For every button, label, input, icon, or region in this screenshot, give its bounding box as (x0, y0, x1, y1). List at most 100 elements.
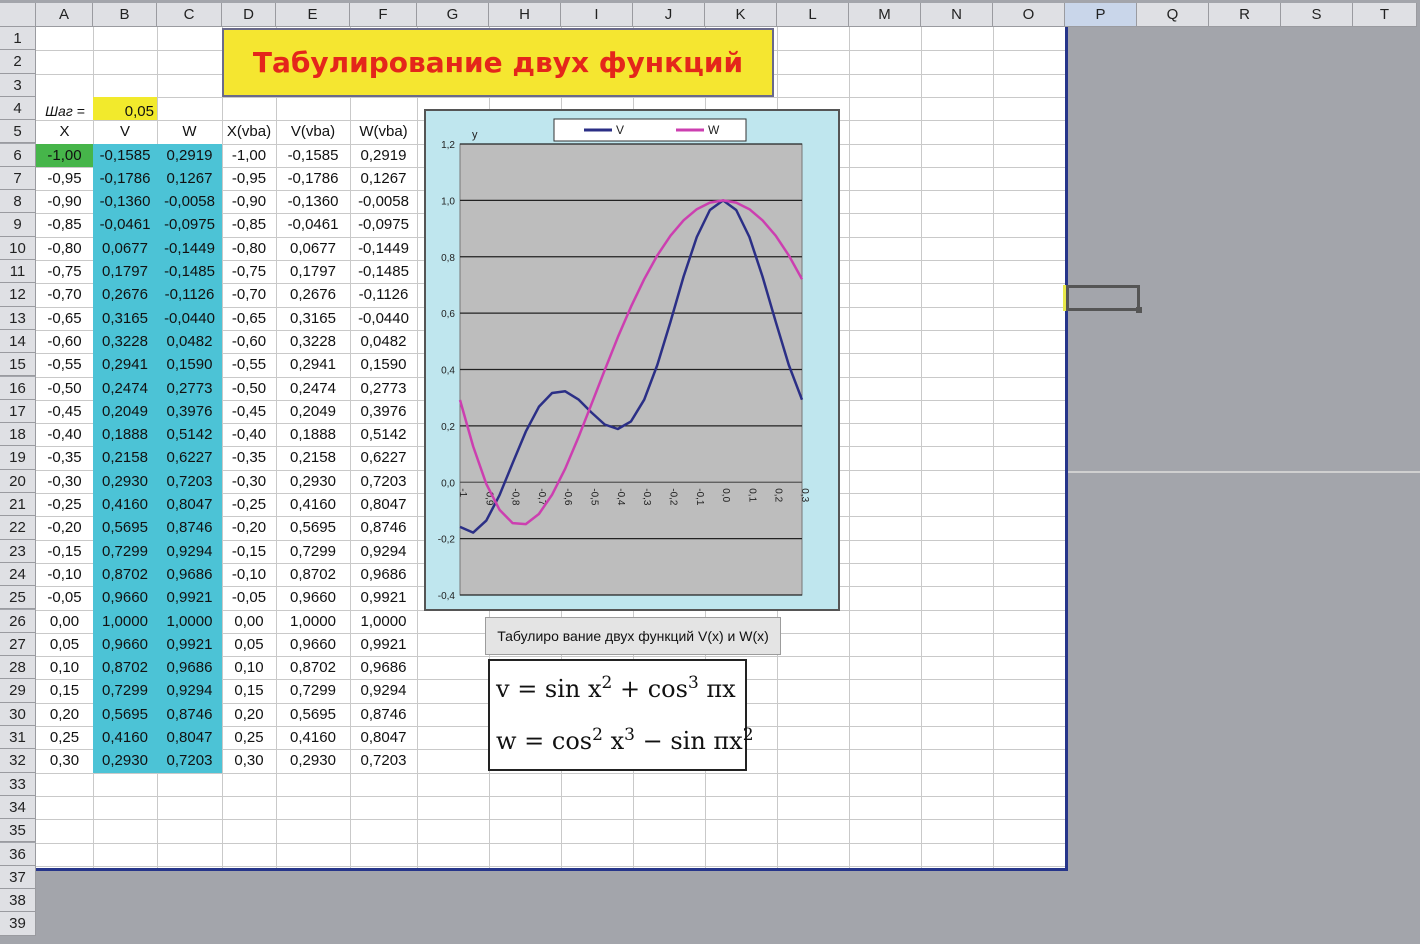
row-header-34[interactable]: 34 (0, 795, 36, 820)
table-cell[interactable]: 0,10 (222, 656, 276, 679)
table-cell[interactable]: -0,70 (36, 283, 93, 306)
column-header-o[interactable]: O (993, 3, 1065, 27)
fill-handle[interactable] (1136, 307, 1142, 313)
table-cell[interactable]: -0,35 (222, 446, 276, 469)
table-cell[interactable]: 0,9686 (157, 656, 222, 679)
column-header-h[interactable]: H (489, 3, 561, 27)
row-header-1[interactable]: 1 (0, 27, 36, 51)
table-cell[interactable]: -0,80 (222, 237, 276, 260)
table-cell[interactable]: 1,0000 (350, 610, 417, 633)
row-header-16[interactable]: 16 (0, 376, 36, 400)
table-cell[interactable]: 0,00 (36, 610, 93, 633)
row-header-21[interactable]: 21 (0, 493, 36, 517)
column-header-r[interactable]: R (1209, 3, 1281, 27)
table-cell[interactable]: -0,1449 (157, 237, 222, 260)
table-cell[interactable]: -0,70 (222, 283, 276, 306)
table-cell[interactable]: -0,0058 (157, 190, 222, 213)
table-cell[interactable]: 0,7299 (93, 540, 157, 563)
table-cell[interactable]: 0,2158 (276, 446, 350, 469)
row-header-10[interactable]: 10 (0, 236, 36, 260)
table-cell[interactable]: 0,7203 (157, 470, 222, 493)
table-cell[interactable]: -0,75 (222, 260, 276, 283)
table-cell[interactable]: 0,00 (222, 610, 276, 633)
table-cell[interactable]: 0,7299 (276, 540, 350, 563)
row-header-27[interactable]: 27 (0, 632, 36, 657)
column-header-m[interactable]: M (849, 3, 921, 27)
table-cell[interactable]: 0,2941 (93, 353, 157, 376)
row-header-4[interactable]: 4 (0, 96, 36, 121)
table-cell[interactable]: 0,9921 (157, 586, 222, 609)
table-cell[interactable]: 0,6227 (157, 446, 222, 469)
table-cell[interactable]: 0,8047 (157, 726, 222, 749)
table-cell[interactable]: 0,8047 (157, 493, 222, 516)
table-cell[interactable]: 0,8746 (157, 516, 222, 539)
column-header-n[interactable]: N (921, 3, 993, 27)
row-header-6[interactable]: 6 (0, 143, 36, 167)
column-header-b[interactable]: B (93, 3, 157, 27)
table-cell[interactable]: 0,05 (222, 633, 276, 656)
table-cell[interactable]: -0,60 (222, 330, 276, 353)
row-header-17[interactable]: 17 (0, 399, 36, 424)
table-cell[interactable]: -0,50 (36, 377, 93, 400)
column-header-k[interactable]: K (705, 3, 777, 27)
table-cell[interactable]: 1,0000 (93, 610, 157, 633)
column-header-t[interactable]: T (1353, 3, 1417, 27)
column-header-q[interactable]: Q (1137, 3, 1209, 27)
table-cell[interactable]: 0,9294 (157, 679, 222, 702)
row-header-22[interactable]: 22 (0, 516, 36, 540)
table-cell[interactable]: 0,5142 (157, 423, 222, 446)
row-header-33[interactable]: 33 (0, 772, 36, 796)
table-cell[interactable]: -0,1786 (276, 167, 350, 190)
table-cell[interactable]: 0,2049 (276, 400, 350, 423)
row-header-28[interactable]: 28 (0, 656, 36, 680)
table-cell[interactable]: -0,20 (222, 516, 276, 539)
table-cell[interactable]: 0,15 (222, 679, 276, 702)
table-cell[interactable]: 0,9294 (350, 540, 417, 563)
table-cell[interactable]: -0,55 (36, 353, 93, 376)
table-cell[interactable]: 0,8702 (93, 563, 157, 586)
table-cell[interactable]: 0,0677 (93, 237, 157, 260)
table-cell[interactable]: -0,90 (36, 190, 93, 213)
column-header-d[interactable]: D (222, 3, 276, 27)
table-cell[interactable]: -0,0975 (157, 213, 222, 236)
table-cell[interactable]: 0,9294 (157, 540, 222, 563)
chart-area[interactable]: 1,2 1,0 0,8 0,6 0,4 0,2 0,0 -0,2 -0,4 y -1 -0,9 -0,8… (424, 109, 840, 611)
table-cell[interactable]: 0,3976 (157, 400, 222, 423)
row-header-36[interactable]: 36 (0, 842, 36, 866)
table-cell[interactable]: 0,2930 (276, 470, 350, 493)
table-cell[interactable]: -0,10 (222, 563, 276, 586)
table-cell[interactable]: 0,3228 (93, 330, 157, 353)
table-cell[interactable]: 0,1590 (157, 353, 222, 376)
table-cell[interactable]: -0,0058 (350, 190, 417, 213)
row-header-24[interactable]: 24 (0, 562, 36, 587)
table-cell[interactable]: 0,1888 (93, 423, 157, 446)
row-header-13[interactable]: 13 (0, 306, 36, 330)
table-cell[interactable]: 0,0482 (350, 330, 417, 353)
table-cell[interactable]: 0,0482 (157, 330, 222, 353)
table-cell[interactable]: -0,05 (36, 586, 93, 609)
table-cell[interactable]: -0,95 (222, 167, 276, 190)
cell-grid[interactable]: Табулирование двух функций Шаг = 0,05 XV… (36, 27, 1068, 871)
table-cell[interactable]: -0,40 (222, 423, 276, 446)
table-cell[interactable]: 0,9686 (350, 563, 417, 586)
table-cell[interactable]: -0,1485 (350, 260, 417, 283)
table-cell[interactable]: -0,45 (36, 400, 93, 423)
table-cell[interactable]: 0,2930 (276, 749, 350, 772)
column-header-i[interactable]: I (561, 3, 633, 27)
table-cell[interactable]: -0,55 (222, 353, 276, 376)
row-header-14[interactable]: 14 (0, 329, 36, 354)
row-header-20[interactable]: 20 (0, 469, 36, 493)
table-header[interactable]: W (157, 120, 222, 143)
table-header[interactable]: X(vba) (222, 120, 276, 143)
table-cell[interactable]: -0,25 (222, 493, 276, 516)
table-cell[interactable]: -0,1360 (276, 190, 350, 213)
table-cell[interactable]: -0,65 (222, 307, 276, 330)
table-cell[interactable]: -0,65 (36, 307, 93, 330)
table-cell[interactable]: -0,30 (36, 470, 93, 493)
table-cell[interactable]: 0,1267 (157, 167, 222, 190)
row-header-32[interactable]: 32 (0, 749, 36, 773)
table-cell[interactable]: -0,0461 (276, 213, 350, 236)
table-cell[interactable]: 0,9921 (350, 586, 417, 609)
table-cell[interactable]: 0,2941 (276, 353, 350, 376)
table-cell[interactable]: -1,00 (36, 144, 93, 167)
